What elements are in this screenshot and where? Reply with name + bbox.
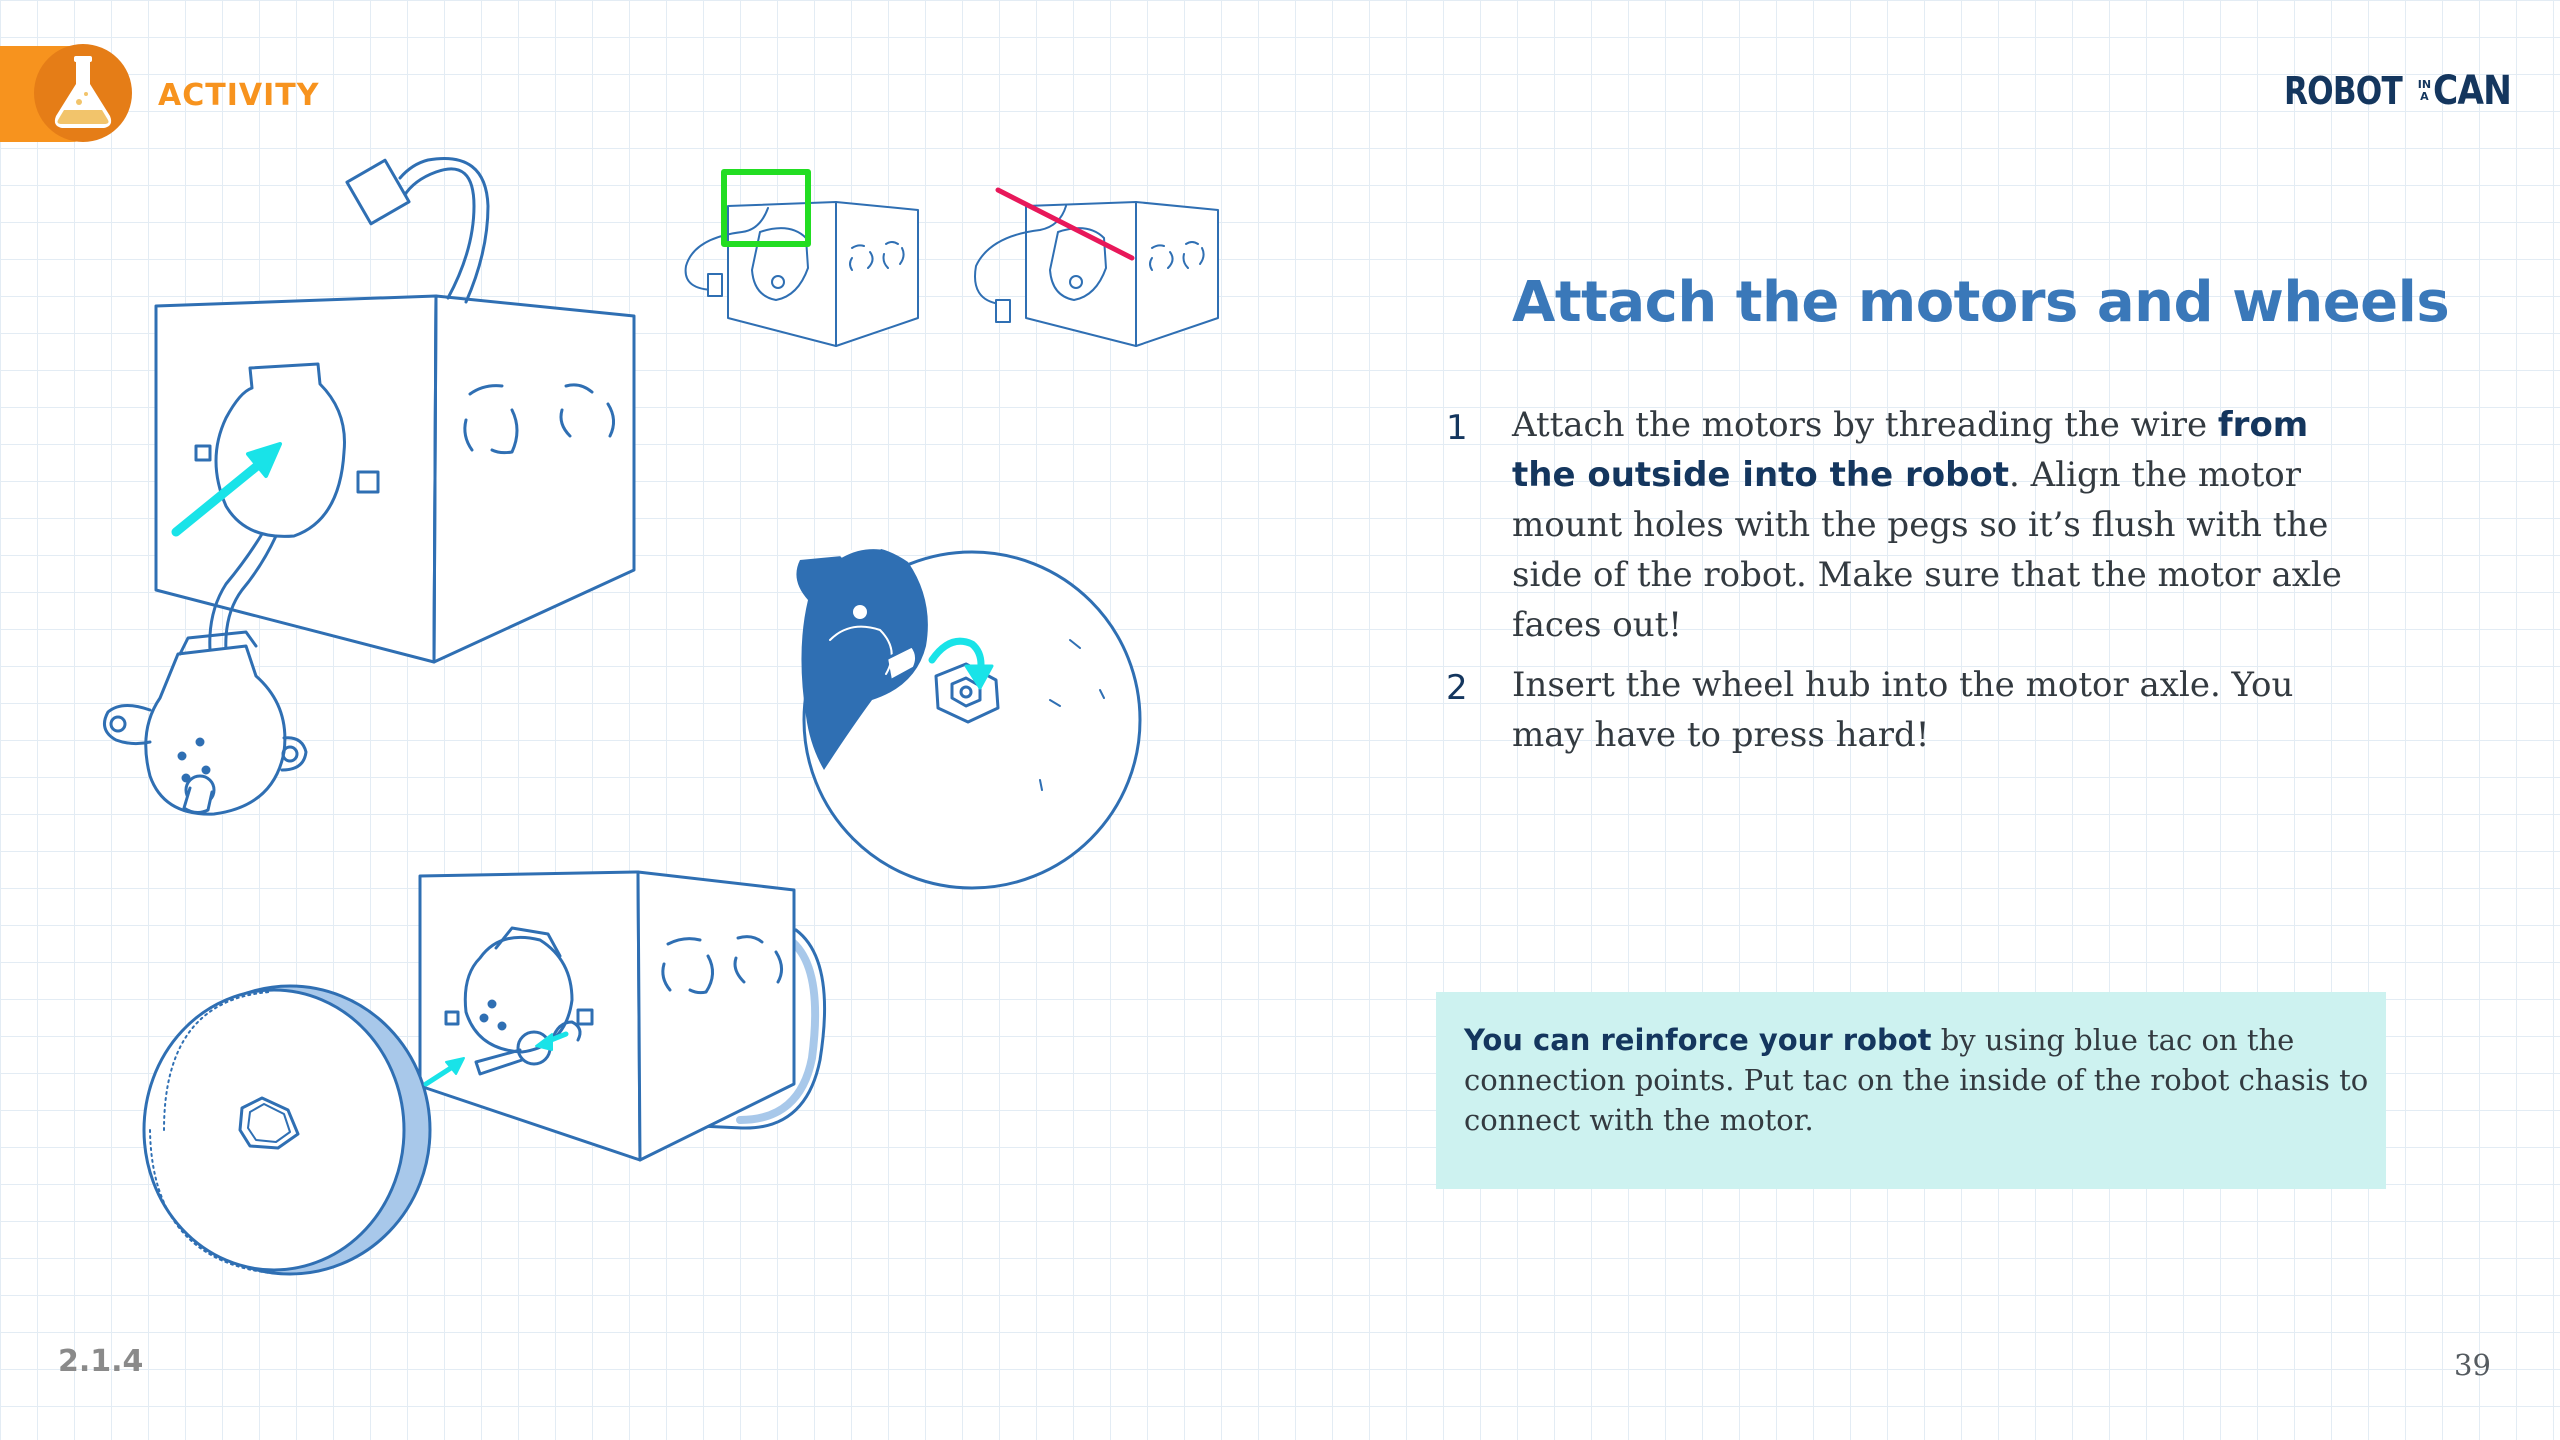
logo-small-text: IN A xyxy=(2418,79,2431,103)
robot-in-a-can-logo: ROBOT IN A CAN xyxy=(2284,66,2524,116)
tip-bold: You can reinforce your robot xyxy=(1464,1023,1932,1057)
tip-box: You can reinforce your robot by using bl… xyxy=(1436,992,2386,1189)
logo-small-bottom: A xyxy=(2420,90,2429,103)
page-number: 39 xyxy=(2454,1348,2491,1382)
step-text: Insert the wheel hub into the motor axle… xyxy=(1512,660,2372,760)
stepper-motor-loose xyxy=(102,630,308,816)
tip-text: You can reinforce your robot by using bl… xyxy=(1464,1020,2369,1140)
small-box-incorrect xyxy=(974,201,1219,347)
assembly-illustration xyxy=(102,157,1219,1276)
small-box-correct xyxy=(684,201,919,347)
step-text: Attach the motors by threading the wire … xyxy=(1512,400,2372,650)
section-number: 2.1.4 xyxy=(58,1344,144,1379)
robot-box-large xyxy=(154,157,636,664)
wheel-hub-closeup xyxy=(796,546,1142,890)
step-text-part: Attach the motors by threading the wire xyxy=(1512,405,2218,445)
logo-word-can: CAN xyxy=(2433,68,2512,114)
logo-word-robot: ROBOT xyxy=(2284,69,2403,113)
robot-with-wheels xyxy=(142,870,827,1276)
step-number: 2 xyxy=(1446,668,1468,708)
step-text-part: Insert the wheel hub into the motor axle… xyxy=(1512,665,2294,755)
step-number: 1 xyxy=(1446,408,1468,448)
page-title: Attach the motors and wheels xyxy=(1512,270,2450,335)
